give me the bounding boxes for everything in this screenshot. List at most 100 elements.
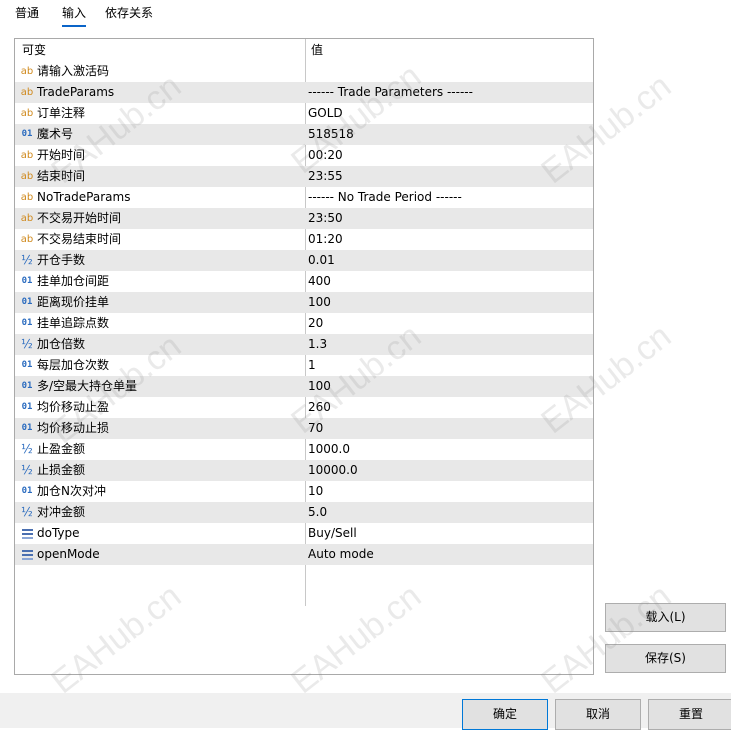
string-type-icon: ab [20,213,34,224]
integer-type-icon: 01 [21,318,33,328]
string-type-icon: ab [20,66,34,77]
parameter-value[interactable]: 23:50 [308,208,343,229]
table-row[interactable]: 01 每层加仓次数 1 [15,355,593,376]
parameter-value[interactable]: 0.01 [308,250,335,271]
reset-button[interactable]: 重置 [648,699,731,730]
parameter-value[interactable]: Auto mode [308,544,374,565]
tab-inputs[interactable]: 输入 [62,5,87,27]
table-row[interactable]: ½ 加仓倍数 1.3 [15,334,593,355]
enum-list-icon [19,544,35,565]
integer-type-icon: 01 [21,360,33,370]
integer-type-icon: 01 [21,381,33,391]
integer-type-icon: 01 [21,486,33,496]
parameter-name: 魔术号 [37,127,74,141]
cancel-button[interactable]: 取消 [555,699,641,730]
tab-dependencies[interactable]: 依存关系 [105,5,153,25]
integer-type-icon: 01 [21,297,33,307]
parameter-name: openMode [37,547,100,561]
parameter-value[interactable]: 1 [308,355,316,376]
table-row[interactable]: ab TradeParams ------ Trade Parameters ---… [15,82,593,103]
table-row[interactable]: 01 加仓N次对冲 10 [15,481,593,502]
table-row[interactable]: 01 挂单加仓间距 400 [15,271,593,292]
table-row[interactable]: ab 开始时间 00:20 [15,145,593,166]
parameter-value[interactable]: 1000.0 [308,439,350,460]
integer-type-icon: 01 [21,129,33,139]
table-row[interactable]: ab 不交易结束时间 01:20 [15,229,593,250]
string-type-icon: ab [20,87,34,98]
table-row[interactable]: ab 结束时间 23:55 [15,166,593,187]
parameter-value[interactable]: ------ No Trade Period ------ [308,187,462,208]
enum-list-icon [19,523,35,544]
table-row[interactable]: 01 多/空最大持仓单量 100 [15,376,593,397]
integer-type-icon: 01 [21,423,33,433]
parameter-value[interactable]: 1.3 [308,334,327,355]
table-row[interactable]: 01 均价移动止盈 260 [15,397,593,418]
tab-general[interactable]: 普通 [15,5,39,25]
double-type-icon: ½ [21,442,33,456]
string-type-icon: ab [20,234,34,245]
parameter-value[interactable]: ------ Trade Parameters ------ [308,82,473,103]
table-row[interactable]: ab 请输入激活码 [15,61,593,82]
integer-type-icon: 01 [21,402,33,412]
parameter-value[interactable]: 518518 [308,124,354,145]
table-row[interactable]: ½ 对冲金额 5.0 [15,502,593,523]
table-row[interactable]: openMode Auto mode [15,544,593,565]
parameter-value[interactable]: Buy/Sell [308,523,357,544]
parameter-value[interactable]: 70 [308,418,323,439]
ok-button[interactable]: 确定 [462,699,548,730]
double-type-icon: ½ [21,505,33,519]
parameter-name: 多/空最大持仓单量 [37,379,138,393]
parameter-name: 结束时间 [37,169,86,183]
load-button[interactable]: 载入(L) [605,603,726,632]
table-row[interactable]: ½ 止损金额 10000.0 [15,460,593,481]
parameter-value[interactable]: 100 [308,292,331,313]
parameters-grid: 可变 值 ab 请输入激活码 ab TradeParams ------ Trade P… [14,38,594,675]
string-type-icon: ab [20,171,34,182]
parameter-name: 挂单加仓间距 [37,274,110,288]
parameter-name: 均价移动止损 [37,421,110,435]
parameter-name: 止盈金额 [37,442,86,456]
table-row[interactable]: 01 距离现价挂单 100 [15,292,593,313]
parameter-value[interactable]: 5.0 [308,502,327,523]
parameter-value[interactable]: 01:20 [308,229,343,250]
table-row[interactable]: doType Buy/Sell [15,523,593,544]
double-type-icon: ½ [21,253,33,267]
parameter-value[interactable]: 23:55 [308,166,343,187]
double-type-icon: ½ [21,337,33,351]
parameter-value[interactable]: 260 [308,397,331,418]
parameter-name: 距离现价挂单 [37,295,110,309]
parameter-value[interactable]: 100 [308,376,331,397]
table-row[interactable]: 01 均价移动止损 70 [15,418,593,439]
parameter-name: 订单注释 [37,106,86,120]
parameter-name: 止损金额 [37,463,86,477]
parameter-value[interactable]: 20 [308,313,323,334]
table-row[interactable]: ab NoTradeParams ------ No Trade Period --… [15,187,593,208]
header-value[interactable]: 值 [311,39,323,61]
string-type-icon: ab [20,108,34,119]
table-row[interactable]: ½ 止盈金额 1000.0 [15,439,593,460]
parameter-name: 挂单追踪点数 [37,316,110,330]
grid-header: 可变 值 [15,39,593,61]
parameter-name: 每层加仓次数 [37,358,110,372]
string-type-icon: ab [20,192,34,203]
header-variable[interactable]: 可变 [22,39,46,61]
parameter-name: 对冲金额 [37,505,86,519]
save-button[interactable]: 保存(S) [605,644,726,673]
parameter-name: 均价移动止盈 [37,400,110,414]
parameter-value[interactable]: 00:20 [308,145,343,166]
parameter-name: TradeParams [37,85,115,99]
table-row[interactable]: ab 订单注释 GOLD [15,103,593,124]
table-row[interactable]: ½ 开仓手数 0.01 [15,250,593,271]
table-row[interactable]: ab 不交易开始时间 23:50 [15,208,593,229]
parameter-name: 请输入激活码 [37,64,110,78]
table-row[interactable]: 01 魔术号 518518 [15,124,593,145]
parameter-value[interactable]: GOLD [308,103,343,124]
table-row[interactable]: 01 挂单追踪点数 20 [15,313,593,334]
parameter-name: NoTradeParams [37,190,131,204]
integer-type-icon: 01 [21,276,33,286]
parameter-value[interactable]: 10 [308,481,323,502]
parameter-name: 加仓N次对冲 [37,484,106,498]
parameter-value[interactable]: 10000.0 [308,460,358,481]
parameter-value[interactable]: 400 [308,271,331,292]
double-type-icon: ½ [21,463,33,477]
